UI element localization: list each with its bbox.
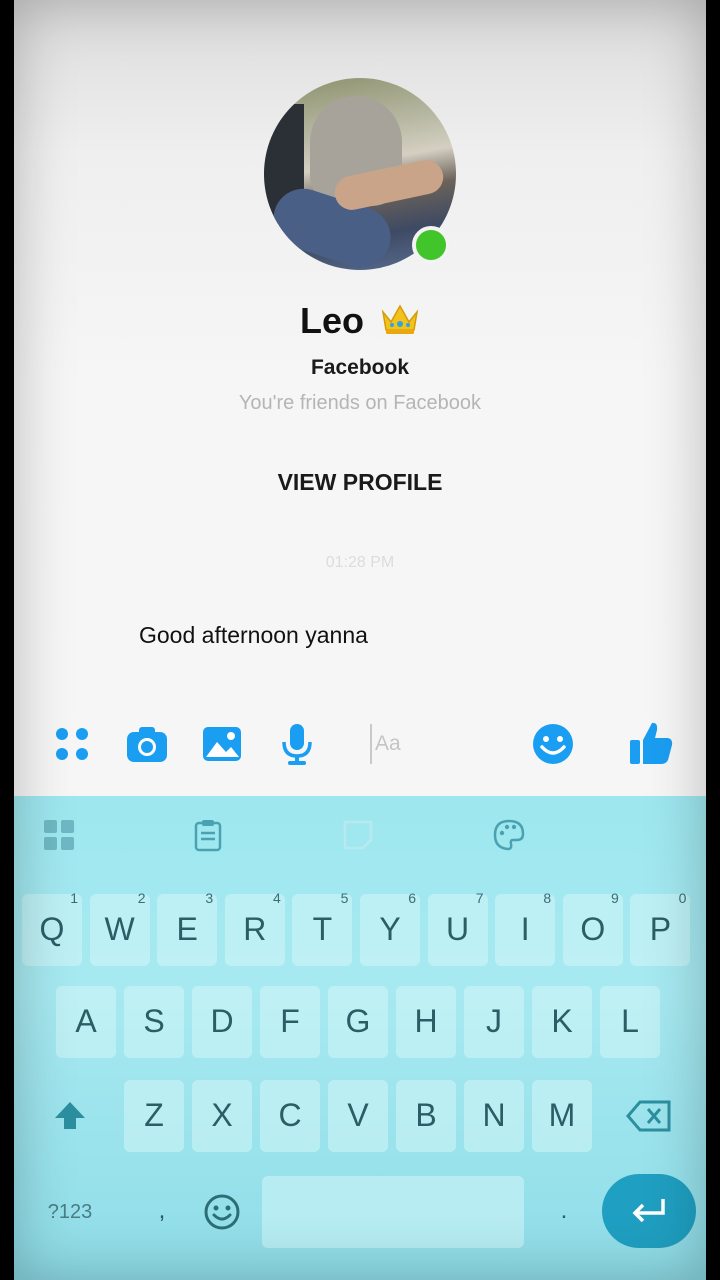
key-hint: 3 (205, 890, 214, 906)
key-hint: 6 (408, 890, 416, 906)
key-label: T (312, 911, 333, 947)
shift-icon[interactable] (52, 1098, 88, 1134)
key-h[interactable]: H (396, 986, 456, 1058)
key-n[interactable]: N (464, 1080, 524, 1152)
key-r[interactable]: R4 (224, 890, 285, 966)
key-label: O (580, 911, 606, 947)
key-w[interactable]: W2 (89, 890, 150, 966)
gallery-icon[interactable] (200, 722, 244, 766)
key-label: E (176, 911, 198, 947)
backspace-icon[interactable] (626, 1098, 672, 1134)
key-label: U (446, 911, 470, 947)
key-b[interactable]: B (396, 1080, 456, 1152)
key-j[interactable]: J (464, 986, 524, 1058)
key-hint: 2 (137, 890, 146, 906)
apps-icon[interactable] (42, 818, 76, 852)
key-o[interactable]: O9 (562, 890, 623, 966)
key-e[interactable]: E3 (157, 890, 218, 966)
contact-name-row: Leo (14, 300, 706, 342)
thumbs-up-icon[interactable] (628, 720, 674, 766)
key-hint: 8 (543, 890, 552, 906)
key-hint: 9 (611, 890, 619, 906)
key-hint: 0 (678, 890, 687, 906)
key-a[interactable]: A (56, 986, 116, 1058)
key-label: R (243, 911, 267, 947)
key-l[interactable]: L (600, 986, 660, 1058)
key-s[interactable]: S (124, 986, 184, 1058)
key-u[interactable]: U7 (427, 890, 488, 966)
key-label: P (649, 911, 672, 947)
message-bubble[interactable]: Good afternoon yanna (139, 622, 368, 649)
key-t[interactable]: T5 (292, 890, 353, 966)
message-input[interactable]: Aa (370, 724, 520, 764)
key-hint: 1 (70, 890, 78, 906)
key-y[interactable]: Y6 (360, 890, 420, 966)
keyboard-emoji-icon[interactable] (202, 1192, 242, 1232)
message-timestamp: 01:28 PM (325, 554, 395, 571)
online-status-indicator (412, 226, 450, 264)
key-q[interactable]: Q1 (22, 890, 82, 966)
space-key[interactable] (262, 1176, 524, 1248)
contact-platform: Facebook (310, 356, 410, 379)
key-p[interactable]: P0 (630, 890, 691, 966)
sticker-icon[interactable] (341, 818, 375, 852)
symbols-key[interactable]: ?123 (28, 1176, 112, 1248)
key-label: W (104, 911, 135, 947)
palette-icon[interactable] (492, 818, 526, 852)
messenger-screen: Leo Facebook You're friends on Facebook … (14, 0, 706, 1280)
key-f[interactable]: F (260, 986, 320, 1058)
key-z[interactable]: Z (124, 1080, 184, 1152)
enter-icon (632, 1199, 665, 1223)
view-profile-button[interactable]: VIEW PROFILE (260, 462, 460, 502)
key-label: Q (39, 911, 65, 947)
key-hint: 5 (340, 890, 349, 906)
key-m[interactable]: M (532, 1080, 592, 1152)
onscreen-keyboard: Q1W2E3R4T5Y6U7I8O9P0 ASDFGHJKL ZXCVBNM ?… (14, 796, 706, 1280)
microphone-icon[interactable] (275, 722, 319, 766)
comma-key[interactable]: , (132, 1176, 192, 1248)
relationship-status: You're friends on Facebook (238, 392, 482, 414)
key-label: I (520, 911, 530, 947)
key-g[interactable]: G (328, 986, 388, 1058)
key-x[interactable]: X (192, 1080, 252, 1152)
camera-icon[interactable] (125, 722, 169, 766)
enter-key[interactable] (602, 1174, 696, 1248)
crown-icon (381, 304, 419, 334)
composer-bar: Aa (14, 714, 706, 776)
key-hint: 7 (475, 890, 484, 906)
emoji-icon[interactable] (531, 722, 575, 766)
key-hint: 4 (273, 890, 281, 906)
key-label: Y (379, 911, 401, 947)
clipboard-icon[interactable] (191, 818, 225, 852)
key-k[interactable]: K (532, 986, 592, 1058)
period-key[interactable]: . (534, 1176, 594, 1248)
contact-name: Leo (299, 300, 364, 341)
key-i[interactable]: I8 (495, 890, 556, 966)
menu-grid-icon[interactable] (50, 722, 94, 766)
key-v[interactable]: V (328, 1080, 388, 1152)
key-c[interactable]: C (260, 1080, 320, 1152)
key-d[interactable]: D (192, 986, 252, 1058)
